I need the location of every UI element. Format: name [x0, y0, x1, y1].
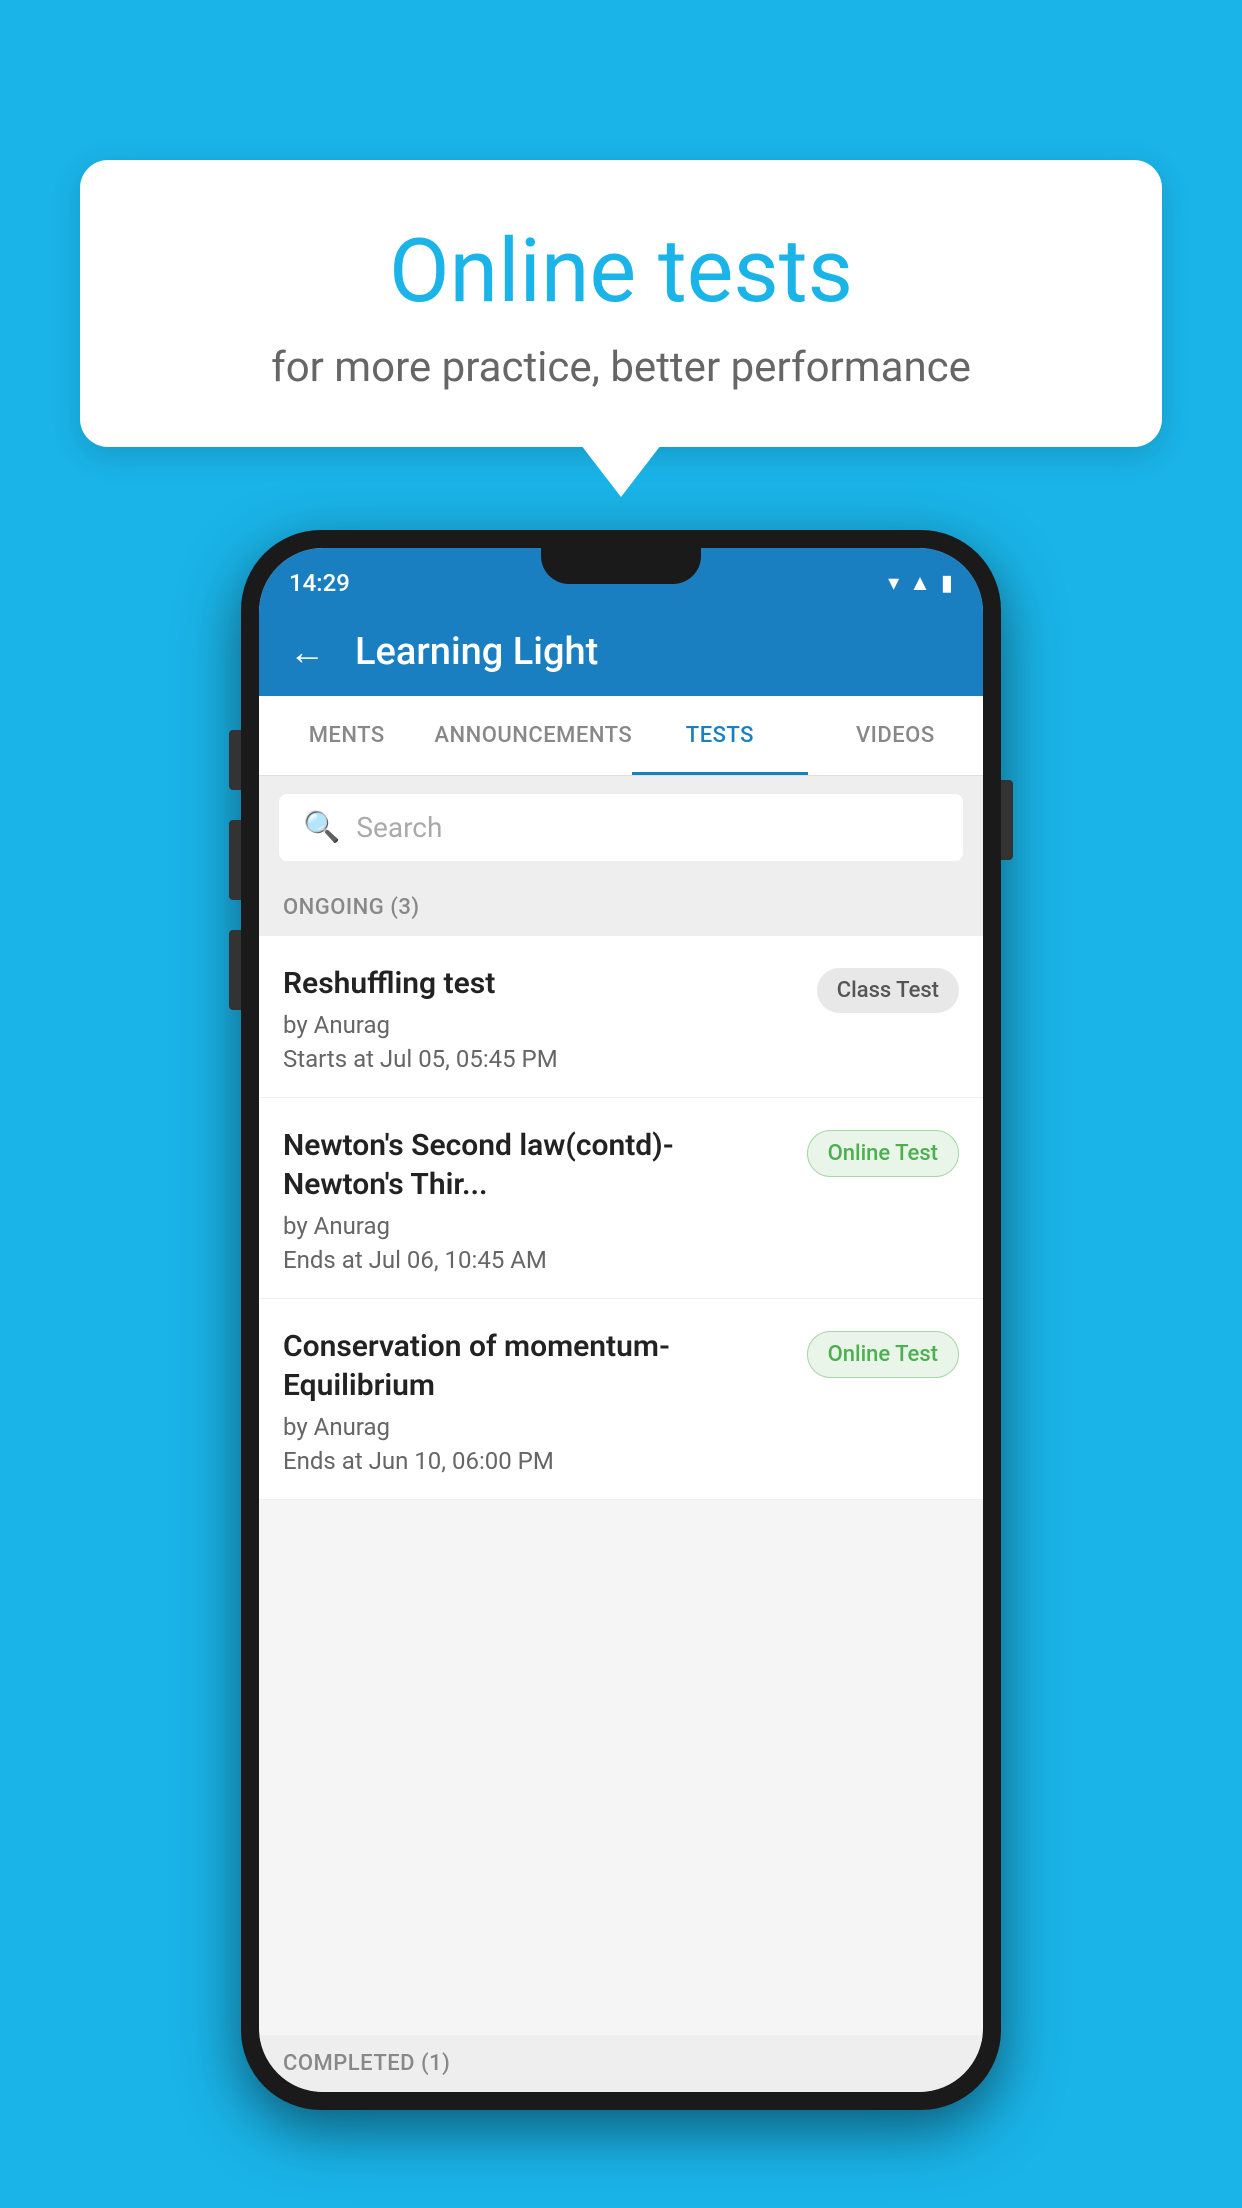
search-input[interactable]: Search	[356, 811, 442, 844]
phone-power-button	[1001, 780, 1013, 860]
phone-shell: 14:29 ▾ ▲ ▮ ← Learning Light MENTS ANNOU…	[241, 530, 1001, 2110]
test-name-1: Reshuffling test	[283, 964, 801, 1003]
search-container: 🔍 Search	[259, 776, 983, 879]
test-info-3: Conservation of momentum-Equilibrium by …	[283, 1327, 807, 1475]
bubble-title: Online tests	[130, 220, 1112, 323]
phone-screen: 14:29 ▾ ▲ ▮ ← Learning Light MENTS ANNOU…	[259, 548, 983, 2092]
phone-volume-down-button	[229, 820, 241, 900]
search-box[interactable]: 🔍 Search	[279, 794, 963, 861]
test-item-2[interactable]: Newton's Second law(contd)-Newton's Thir…	[259, 1098, 983, 1299]
phone-volume-up-button	[229, 730, 241, 790]
bubble-subtitle: for more practice, better performance	[130, 343, 1112, 392]
test-name-3: Conservation of momentum-Equilibrium	[283, 1327, 791, 1405]
status-icons: ▾ ▲ ▮	[888, 560, 953, 596]
completed-label: COMPLETED (1)	[283, 2051, 450, 2076]
wifi-icon: ▾	[888, 571, 899, 596]
test-list: Reshuffling test by Anurag Starts at Jul…	[259, 936, 983, 1500]
phone-silent-button	[229, 930, 241, 1010]
tab-videos[interactable]: VIDEOS	[808, 696, 983, 775]
test-by-3: by Anurag	[283, 1413, 791, 1441]
test-item-3[interactable]: Conservation of momentum-Equilibrium by …	[259, 1299, 983, 1500]
test-badge-3: Online Test	[807, 1331, 959, 1378]
test-date-1: Starts at Jul 05, 05:45 PM	[283, 1045, 801, 1073]
tab-tests[interactable]: TESTS	[632, 696, 807, 775]
phone-notch	[541, 548, 701, 584]
test-badge-1: Class Test	[817, 968, 959, 1013]
ongoing-label: ONGOING (3)	[283, 895, 420, 920]
test-info-1: Reshuffling test by Anurag Starts at Jul…	[283, 964, 817, 1073]
app-title: Learning Light	[355, 630, 598, 674]
test-by-1: by Anurag	[283, 1011, 801, 1039]
test-item-1[interactable]: Reshuffling test by Anurag Starts at Jul…	[259, 936, 983, 1098]
app-bar: ← Learning Light	[259, 608, 983, 696]
back-button[interactable]: ←	[289, 631, 325, 673]
phone-mockup: 14:29 ▾ ▲ ▮ ← Learning Light MENTS ANNOU…	[241, 530, 1001, 2110]
signal-icon: ▲	[909, 570, 931, 596]
tab-ments[interactable]: MENTS	[259, 696, 434, 775]
ongoing-section-header: ONGOING (3)	[259, 879, 983, 936]
test-info-2: Newton's Second law(contd)-Newton's Thir…	[283, 1126, 807, 1274]
test-date-2: Ends at Jul 06, 10:45 AM	[283, 1246, 791, 1274]
test-name-2: Newton's Second law(contd)-Newton's Thir…	[283, 1126, 791, 1204]
battery-icon: ▮	[941, 571, 953, 596]
completed-section-header: COMPLETED (1)	[259, 2035, 983, 2092]
test-date-3: Ends at Jun 10, 06:00 PM	[283, 1447, 791, 1475]
promo-bubble: Online tests for more practice, better p…	[80, 160, 1162, 447]
test-by-2: by Anurag	[283, 1212, 791, 1240]
test-badge-2: Online Test	[807, 1130, 959, 1177]
status-time: 14:29	[289, 559, 350, 597]
search-icon: 🔍	[303, 810, 340, 845]
tab-announcements[interactable]: ANNOUNCEMENTS	[434, 696, 632, 775]
tabs-bar: MENTS ANNOUNCEMENTS TESTS VIDEOS	[259, 696, 983, 776]
